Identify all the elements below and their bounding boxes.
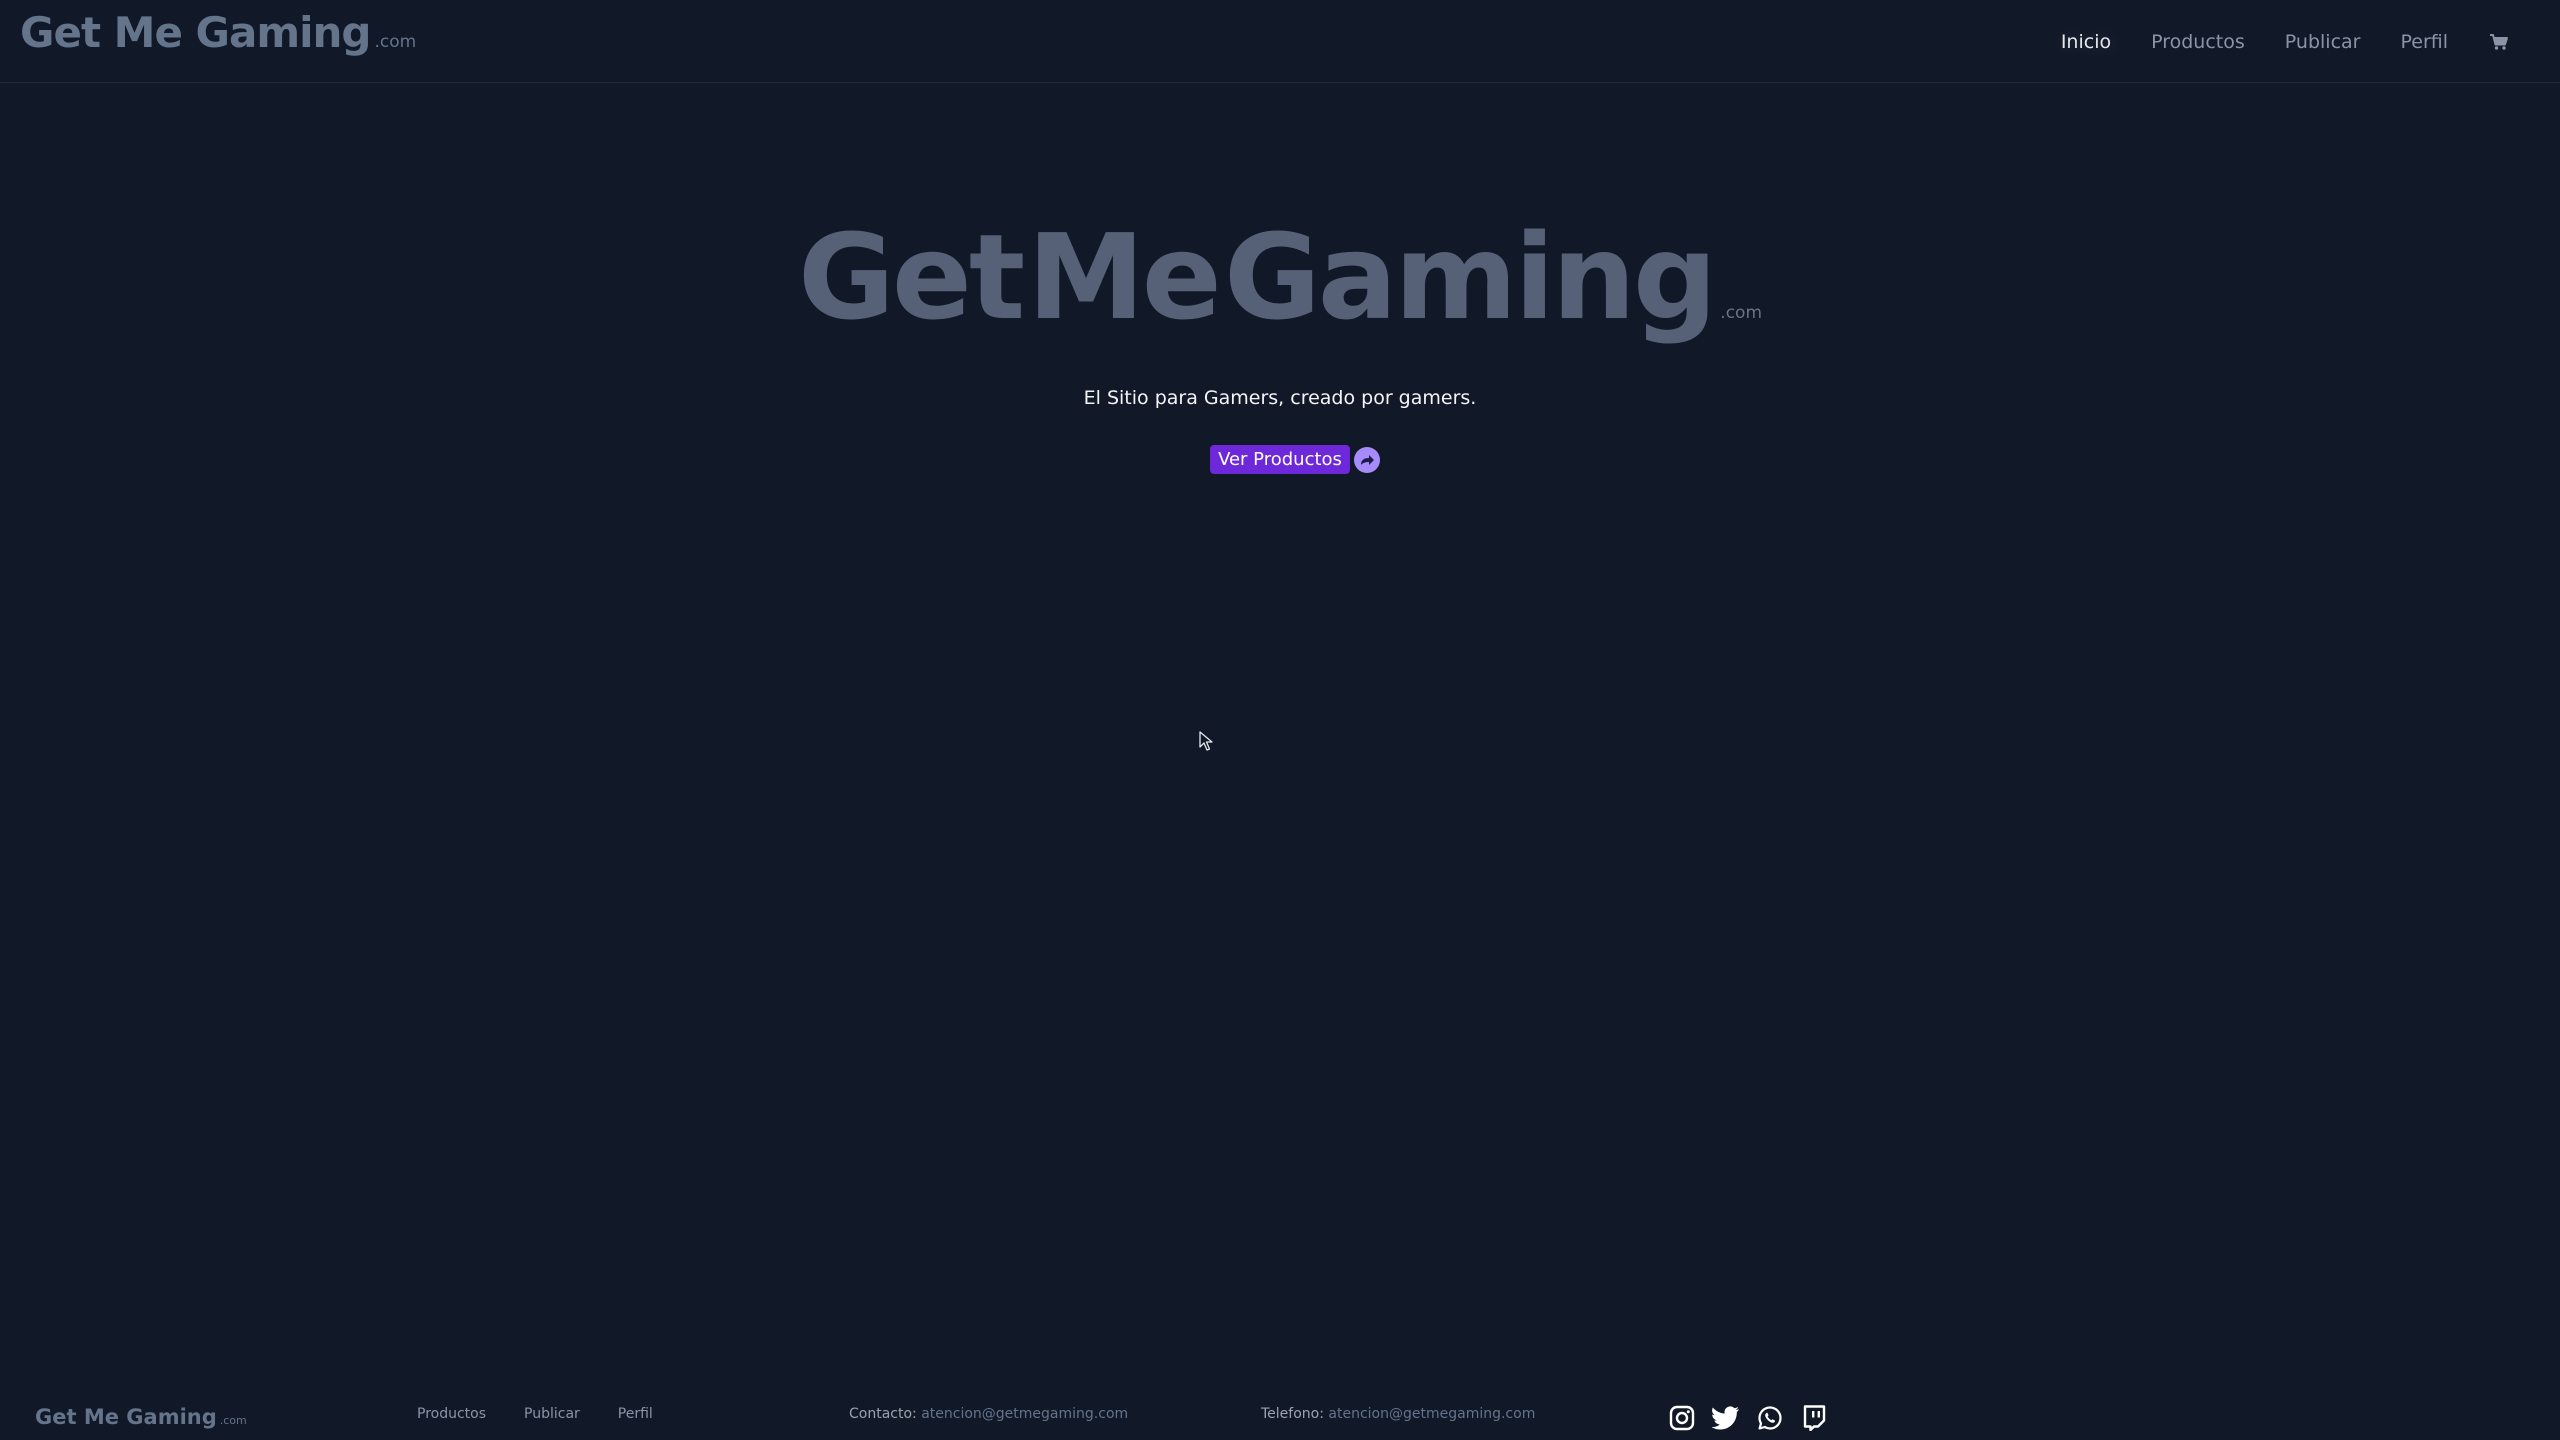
nav-item-inicio[interactable]: Inicio: [2061, 31, 2111, 53]
main-nav: Inicio Productos Publicar Perfil: [2061, 0, 2560, 83]
footer-link-publicar[interactable]: Publicar: [524, 1406, 580, 1422]
instagram-icon[interactable]: [1668, 1404, 1696, 1432]
cart-icon[interactable]: [2488, 31, 2510, 53]
nav-item-productos[interactable]: Productos: [2151, 31, 2245, 53]
whatsapp-icon[interactable]: [1756, 1404, 1784, 1432]
brand-logo[interactable]: Get Me Gaming .com: [20, 8, 416, 57]
hero-cta: Ver Productos: [0, 445, 2560, 474]
footer-brand-name: Get Me Gaming: [35, 1405, 217, 1429]
hero-word-me: Me: [1027, 208, 1221, 346]
twitch-icon[interactable]: [1800, 1404, 1828, 1432]
footer-brand-suffix: .com: [219, 1414, 247, 1427]
hero-tagline: El Sitio para Gamers, creado por gamers.: [1083, 387, 1477, 409]
nav-item-publicar[interactable]: Publicar: [2285, 31, 2361, 53]
phone-value-link[interactable]: atencion@getmegaming.com: [1328, 1406, 1535, 1422]
hero-word-gaming: Gaming: [1223, 208, 1717, 346]
phone-label: Telefono:: [1261, 1406, 1324, 1422]
contact-label: Contacto:: [849, 1406, 917, 1422]
mouse-cursor-icon: [1199, 731, 1213, 751]
hero-word-get: Get: [797, 208, 1025, 346]
ver-productos-button[interactable]: Ver Productos: [1210, 445, 1350, 474]
footer-link-productos[interactable]: Productos: [417, 1406, 486, 1422]
page: Get Me Gaming .com Inicio Productos Publi…: [0, 0, 2560, 1440]
brand-suffix: .com: [374, 32, 417, 52]
brand-name: Get Me Gaming: [20, 8, 372, 57]
twitter-icon[interactable]: [1712, 1404, 1740, 1432]
social-links: [1668, 1404, 1844, 1432]
hero-title: Get Me Gaming .com: [0, 208, 2560, 346]
top-navbar: Get Me Gaming .com Inicio Productos Publi…: [0, 0, 2560, 83]
footer: Get Me Gaming .com Productos Publicar Per…: [0, 1385, 2560, 1440]
footer-link-perfil[interactable]: Perfil: [618, 1406, 653, 1422]
footer-links: Productos Publicar Perfil: [417, 1406, 691, 1422]
footer-phone: Telefono: atencion@getmegaming.com: [1261, 1406, 1535, 1422]
footer-contact: Contacto: atencion@getmegaming.com: [849, 1406, 1128, 1422]
arrow-circle-icon[interactable]: [1353, 446, 1380, 473]
footer-brand[interactable]: Get Me Gaming .com: [35, 1405, 247, 1429]
hero-suffix: .com: [1720, 303, 1763, 323]
contact-email-link[interactable]: atencion@getmegaming.com: [921, 1406, 1128, 1422]
nav-item-perfil[interactable]: Perfil: [2400, 31, 2448, 53]
